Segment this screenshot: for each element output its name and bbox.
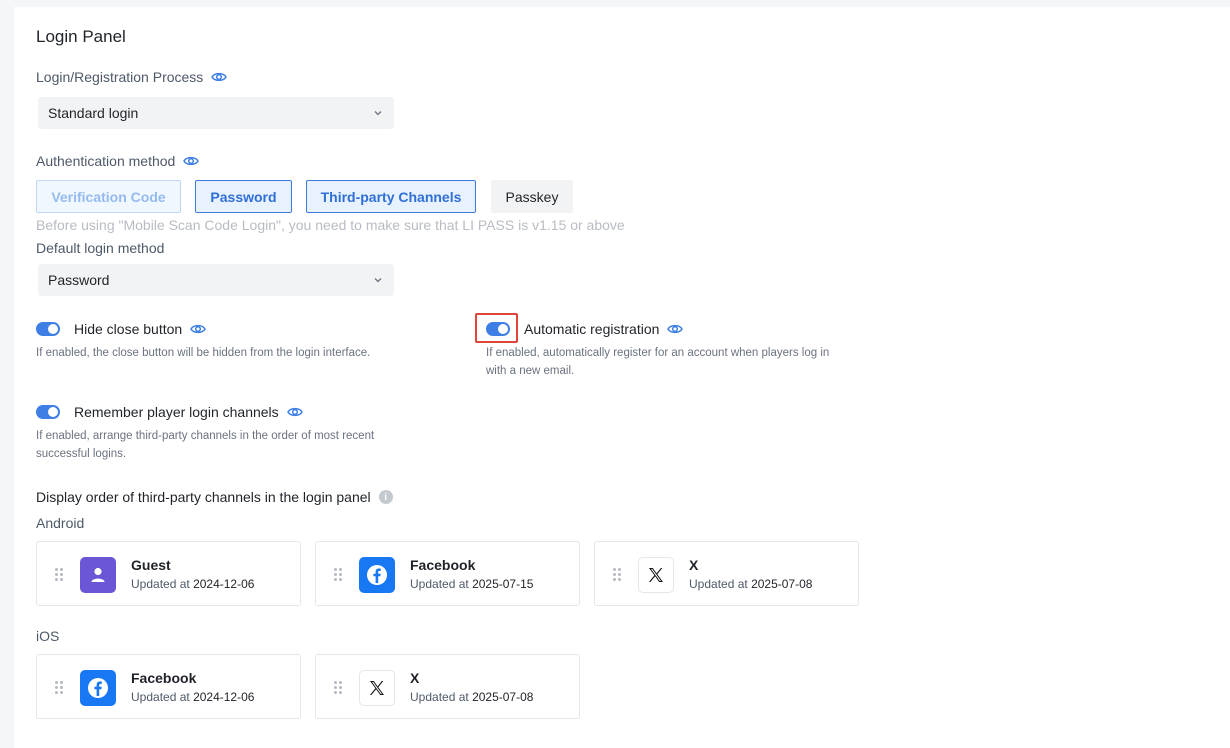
- remember-row: Remember player login channels: [36, 404, 303, 420]
- hide-close-toggle[interactable]: [36, 322, 60, 336]
- info-icon[interactable]: i: [378, 490, 393, 504]
- channel-updated: Updated at 2025-07-15: [410, 577, 533, 591]
- auth-label-row: Authentication method: [36, 153, 200, 169]
- auto-reg-desc-line-2: with a new email.: [486, 365, 575, 377]
- channel-card-ios-x[interactable]: X Updated at 2025-07-08: [315, 654, 580, 719]
- auto-reg-toggle[interactable]: [486, 322, 510, 336]
- eye-icon[interactable]: [190, 321, 207, 337]
- remember-desc: If enabled, arrange third-party channels…: [36, 427, 374, 463]
- updated-prefix: Updated at: [131, 577, 190, 591]
- updated-prefix: Updated at: [410, 577, 469, 591]
- updated-prefix: Updated at: [689, 577, 748, 591]
- remember-desc-line-1: If enabled, arrange third-party channels…: [36, 430, 375, 442]
- channel-name: Guest: [131, 557, 171, 573]
- default-method-select[interactable]: Password: [38, 264, 394, 296]
- channel-updated: Updated at 2024-12-06: [131, 690, 254, 704]
- auth-passkey-button[interactable]: Passkey: [491, 180, 573, 213]
- channel-card-ios-facebook[interactable]: Facebook Updated at 2024-12-06: [36, 654, 301, 719]
- remember-desc-line-2: successful logins.: [36, 448, 127, 460]
- ios-section-label: iOS: [36, 628, 60, 644]
- updated-date: 2025-07-08: [751, 577, 813, 591]
- drag-handle-icon[interactable]: [55, 568, 63, 581]
- process-select-value: Standard login: [48, 105, 139, 121]
- updated-date: 2025-07-15: [472, 577, 534, 591]
- x-icon: [638, 557, 674, 593]
- auto-reg-desc-line-1: If enabled, automatically register for a…: [486, 347, 830, 359]
- channel-name: Facebook: [131, 670, 197, 686]
- process-label: Login/Registration Process: [36, 69, 204, 85]
- auth-label: Authentication method: [36, 153, 176, 169]
- auth-verification-code-button[interactable]: Verification Code: [36, 180, 181, 213]
- chevron-down-icon: [372, 107, 384, 119]
- hide-close-desc: If enabled, the close button will be hid…: [36, 347, 371, 359]
- process-select[interactable]: Standard login: [38, 97, 394, 129]
- eye-icon[interactable]: [183, 153, 200, 169]
- channel-card-android-guest[interactable]: Guest Updated at 2024-12-06: [36, 541, 301, 606]
- login-panel: Login Panel Login/Registration Process S…: [14, 7, 1230, 748]
- auto-reg-row: Automatic registration: [486, 321, 684, 337]
- order-label: Display order of third-party channels in…: [36, 489, 371, 505]
- drag-handle-icon[interactable]: [613, 568, 621, 581]
- facebook-icon: [359, 557, 395, 593]
- auth-hint: Before using "Mobile Scan Code Login", y…: [36, 217, 625, 233]
- updated-date: 2025-07-08: [472, 690, 534, 704]
- updated-prefix: Updated at: [131, 690, 190, 704]
- channel-updated: Updated at 2025-07-08: [689, 577, 812, 591]
- eye-icon[interactable]: [286, 404, 303, 420]
- auto-reg-label: Automatic registration: [524, 321, 660, 337]
- hide-close-row: Hide close button: [36, 321, 207, 337]
- channel-name: Facebook: [410, 557, 476, 573]
- chevron-down-icon: [372, 274, 384, 286]
- order-label-row: Display order of third-party channels in…: [36, 489, 393, 505]
- default-method-label: Default login method: [36, 240, 164, 256]
- channel-name: X: [689, 557, 699, 573]
- facebook-icon: [80, 670, 116, 706]
- drag-handle-icon[interactable]: [55, 681, 63, 694]
- default-method-value: Password: [48, 272, 110, 288]
- channel-name: X: [410, 670, 420, 686]
- hide-close-label: Hide close button: [74, 321, 183, 337]
- page-title: Login Panel: [36, 27, 126, 46]
- channel-card-android-facebook[interactable]: Facebook Updated at 2025-07-15: [315, 541, 580, 606]
- updated-date: 2024-12-06: [193, 690, 255, 704]
- auto-reg-desc: If enabled, automatically register for a…: [486, 344, 829, 380]
- updated-prefix: Updated at: [410, 690, 469, 704]
- channel-updated: Updated at 2025-07-08: [410, 690, 533, 704]
- auth-password-button[interactable]: Password: [195, 180, 292, 213]
- eye-icon[interactable]: [211, 69, 228, 85]
- drag-handle-icon[interactable]: [334, 681, 342, 694]
- channel-card-android-x[interactable]: X Updated at 2025-07-08: [594, 541, 859, 606]
- guest-icon: [80, 557, 116, 593]
- android-section-label: Android: [36, 515, 85, 531]
- remember-toggle[interactable]: [36, 405, 60, 419]
- x-icon: [359, 670, 395, 706]
- eye-icon[interactable]: [667, 321, 684, 337]
- process-label-row: Login/Registration Process: [36, 69, 228, 85]
- auth-third-party-button[interactable]: Third-party Channels: [306, 180, 476, 213]
- drag-handle-icon[interactable]: [334, 568, 342, 581]
- channel-updated: Updated at 2024-12-06: [131, 577, 254, 591]
- updated-date: 2024-12-06: [193, 577, 255, 591]
- remember-label: Remember player login channels: [74, 404, 279, 420]
- default-method-label-text: Default login method: [36, 240, 165, 256]
